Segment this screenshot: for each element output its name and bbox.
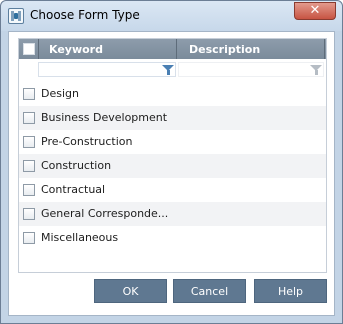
keyword-cell: Miscellaneous <box>41 231 119 244</box>
row-checkbox[interactable] <box>23 208 35 220</box>
list-item[interactable]: General Correspondе... <box>19 202 326 226</box>
title-bar[interactable]: Choose Form Type ✕ <box>1 1 342 31</box>
list-item[interactable]: Contractual <box>19 178 326 202</box>
filter-row <box>19 59 326 79</box>
column-header-keyword[interactable]: Keyword <box>49 43 103 56</box>
form-type-grid: Keyword Description Design Business Deve… <box>18 38 327 273</box>
select-all-checkbox[interactable] <box>23 43 35 55</box>
column-header-description[interactable]: Description <box>189 43 260 56</box>
header-separator[interactable] <box>176 39 177 59</box>
header-separator <box>38 39 39 59</box>
help-button[interactable]: Help <box>254 279 327 303</box>
list-item[interactable]: Pre-Construction <box>19 130 326 154</box>
keyword-cell: Pre-Construction <box>41 135 133 148</box>
row-checkbox[interactable] <box>23 136 35 148</box>
keyword-cell: General Correspondе... <box>41 207 169 220</box>
form-app-icon <box>8 8 24 24</box>
keyword-cell: Construction <box>41 159 112 172</box>
list-item[interactable]: Design <box>19 82 326 106</box>
description-filter-input[interactable] <box>178 62 324 77</box>
keyword-cell: Contractual <box>41 183 106 196</box>
row-checkbox[interactable] <box>23 160 35 172</box>
row-checkbox[interactable] <box>23 232 35 244</box>
close-icon[interactable]: ✕ <box>294 2 336 20</box>
keyword-cell: Design <box>41 87 79 100</box>
header-separator <box>324 39 325 59</box>
cancel-button[interactable]: Cancel <box>173 279 246 303</box>
list-item[interactable]: Business Development <box>19 106 326 130</box>
list-item[interactable]: Construction <box>19 154 326 178</box>
row-checkbox[interactable] <box>23 88 35 100</box>
keyword-filter-input[interactable] <box>38 62 176 77</box>
row-checkbox[interactable] <box>23 184 35 196</box>
keyword-filter-icon[interactable] <box>162 65 174 76</box>
row-checkbox[interactable] <box>23 112 35 124</box>
keyword-cell: Business Development <box>41 111 168 124</box>
dialog-window: Choose Form Type ✕ Keyword Description D… <box>0 0 343 324</box>
list-item[interactable]: Miscellaneous <box>19 226 326 250</box>
dialog-title: Choose Form Type <box>30 8 140 22</box>
description-filter-icon[interactable] <box>310 65 322 76</box>
ok-button[interactable]: OK <box>94 279 167 303</box>
grid-header: Keyword Description <box>19 39 326 59</box>
dialog-content: Keyword Description Design Business Deve… <box>8 31 335 316</box>
